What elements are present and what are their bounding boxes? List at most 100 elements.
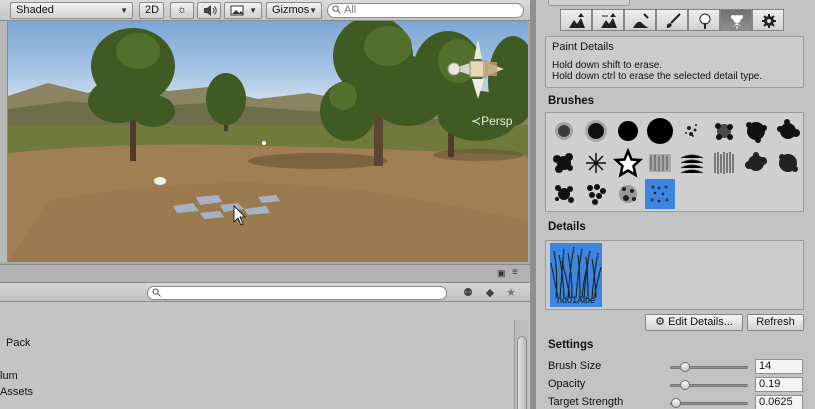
tab-terrain-settings[interactable] [752, 9, 784, 31]
brush-size-label: Brush Size [548, 360, 602, 372]
brush-swatch[interactable] [773, 148, 803, 178]
chevron-down-icon: ▼ [249, 6, 257, 15]
scene-viewport[interactable]: ≺Persp [8, 21, 528, 262]
list-item[interactable]: Assets [0, 386, 33, 398]
chevron-down-icon: ▼ [309, 6, 317, 15]
smooth-height-icon [633, 13, 649, 28]
brush-size-slider[interactable] [670, 362, 748, 372]
slider-thumb[interactable] [679, 362, 690, 372]
camera-projection-label[interactable]: ≺Persp [471, 114, 512, 128]
project-search-input[interactable] [147, 286, 447, 300]
scene-toolbar: Shaded ▼ 2D ☼ ▼ Gizmos ▼ All [0, 0, 530, 21]
target-strength-slider[interactable] [670, 398, 748, 408]
back-arrow-icon: ≺ [471, 114, 482, 128]
brush-swatch[interactable] [581, 179, 611, 209]
gizmos-label: Gizmos [272, 4, 310, 16]
paintbrush-icon [666, 13, 681, 28]
raise-terrain-icon [569, 13, 585, 28]
target-strength-field[interactable]: 0.0625 [755, 395, 803, 409]
brush-swatch[interactable] [709, 116, 739, 146]
refresh-button[interactable]: Refresh [747, 314, 804, 331]
brush-swatch[interactable] [581, 148, 611, 178]
edit-details-button[interactable]: ⚙ Edit Details... [645, 314, 743, 331]
list-item[interactable]: lum [0, 370, 18, 382]
brush-swatch[interactable] [613, 179, 643, 209]
project-panel: Pack lum Assets [0, 302, 530, 409]
brush-swatch[interactable] [741, 148, 771, 178]
project-toolbar: ⚉ ◆ ★ [0, 282, 530, 302]
tab-smooth-height[interactable] [624, 9, 656, 31]
lighting-toggle-button[interactable]: ☼ [170, 2, 194, 19]
image-effects-icon [230, 5, 244, 16]
tab-paint-height[interactable] [592, 9, 624, 31]
tree-icon [699, 13, 711, 29]
tab-paint-details[interactable] [720, 9, 752, 31]
settings-heading: Settings [548, 339, 594, 351]
target-strength-label: Target Strength [548, 396, 624, 408]
detail-grass-thumbnail[interactable]: nd01Albe [550, 243, 602, 307]
draw-mode-dropdown[interactable]: Shaded ▼ [10, 2, 133, 19]
erase-hint-shift: Hold down shift to erase. [552, 60, 663, 71]
brush-swatch[interactable] [549, 179, 579, 209]
opacity-slider[interactable] [670, 380, 748, 390]
tab-paint-texture[interactable] [656, 9, 688, 31]
brush-swatch[interactable] [549, 148, 579, 178]
paint-details-help-box: Paint Details Hold down shift to erase. … [545, 36, 804, 88]
scrollbar-thumb[interactable] [517, 336, 527, 409]
sun-icon: ☼ [176, 4, 188, 16]
detail-name-label: nd01Albe [556, 295, 596, 305]
project-scrollbar[interactable] [514, 320, 528, 409]
panel-dock-bar: ▣ ≡ [0, 264, 530, 282]
filter-by-label-icon[interactable]: ◆ [482, 286, 498, 300]
details-list: nd01Albe [545, 240, 804, 310]
draw-mode-label: Shaded [16, 4, 54, 16]
panel-menu-icon[interactable]: ≡ [512, 267, 518, 278]
brush-swatch[interactable] [741, 116, 771, 146]
search-icon [332, 5, 341, 14]
brush-swatch[interactable] [549, 116, 579, 146]
brush-swatch[interactable] [613, 116, 643, 146]
brush-swatch[interactable] [645, 116, 675, 146]
tab-raise-lower[interactable] [560, 9, 592, 31]
erase-hint-ctrl: Hold down ctrl to erase the selected det… [552, 71, 763, 82]
paint-details-title: Paint Details [552, 41, 614, 53]
gear-icon: ⚙ [655, 316, 665, 328]
gizmos-dropdown[interactable]: Gizmos ▼ [266, 2, 322, 19]
scene-search-placeholder: All [344, 4, 357, 16]
brush-swatch[interactable] [677, 116, 707, 146]
opacity-field[interactable]: 0.19 [755, 377, 803, 392]
brush-swatch[interactable] [581, 116, 611, 146]
scene-left-edge [0, 21, 8, 262]
brush-swatch[interactable] [612, 147, 644, 178]
gear-icon [762, 14, 776, 28]
effects-dropdown[interactable]: ▼ [224, 2, 262, 19]
opacity-label: Opacity [548, 378, 586, 390]
favorite-star-icon[interactable]: ★ [503, 286, 519, 300]
terrain-inspector: Paint Details Hold down shift to erase. … [536, 0, 815, 409]
search-icon [152, 288, 161, 297]
chevron-down-icon: ▼ [120, 6, 128, 15]
lock-icon[interactable]: ▣ [497, 268, 506, 279]
brush-size-field[interactable]: 14 [755, 359, 803, 374]
brush-palette [545, 112, 804, 212]
brush-swatch[interactable] [773, 116, 803, 146]
flower-detail-icon [731, 15, 743, 29]
slider-thumb[interactable] [680, 380, 691, 390]
scene-render [8, 21, 528, 262]
brushes-heading: Brushes [548, 95, 595, 107]
brush-swatch[interactable] [677, 148, 707, 178]
filter-by-type-icon[interactable]: ⚉ [460, 286, 476, 300]
tab-place-trees[interactable] [688, 9, 720, 31]
list-item[interactable]: Pack [6, 337, 30, 349]
brush-swatch[interactable] [645, 148, 675, 178]
brush-swatch[interactable] [709, 148, 739, 178]
slider-thumb[interactable] [670, 398, 681, 408]
audio-toggle-button[interactable] [197, 2, 221, 19]
speaker-icon [204, 5, 217, 16]
toggle-2d-button[interactable]: 2D [139, 2, 164, 19]
details-heading: Details [548, 221, 586, 233]
grass-texture-preview [550, 246, 602, 299]
scene-search-input[interactable]: All [327, 3, 524, 18]
paint-height-icon [601, 13, 617, 28]
brush-swatch-selected[interactable] [645, 179, 675, 209]
